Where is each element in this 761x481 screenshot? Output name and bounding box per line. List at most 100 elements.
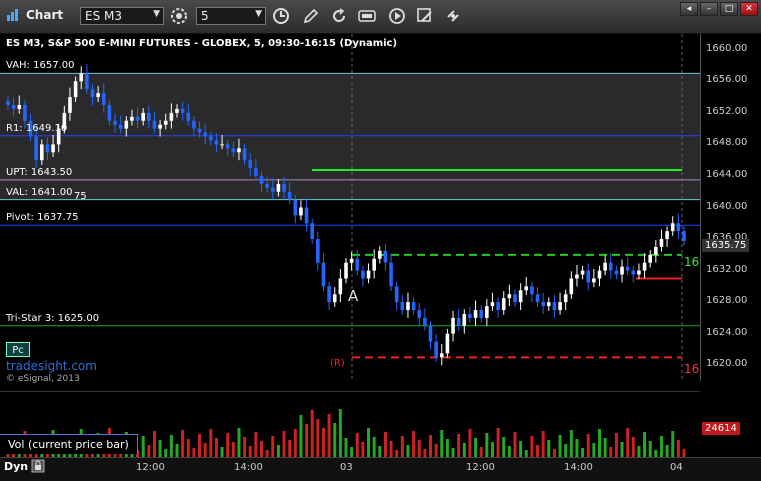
play-icon[interactable] [388,7,406,25]
time-tick: 14:00 [234,462,263,473]
candle-body [34,136,38,161]
candle-body [603,262,607,271]
pencil-icon[interactable] [302,7,320,25]
extra-label: 75 [74,191,87,202]
candle-body [259,175,264,184]
link-icon[interactable] [444,7,462,25]
candle-body [254,168,258,176]
candle-body [445,333,450,354]
candle-body [107,104,112,121]
interval-select[interactable]: 5 ▼ [196,7,266,25]
volume-bar [434,444,438,458]
price-tick: 1624.00 [706,326,748,338]
candle-body [23,104,27,121]
clock-icon[interactable] [272,7,290,25]
volume-bar [141,436,145,458]
candle-body [197,128,202,133]
volume-bar [389,441,393,458]
volume-bar [676,440,680,458]
pc-button[interactable]: Pc [6,342,30,357]
symbol-select[interactable]: ES M3 ▼ [80,7,164,25]
menu-button[interactable]: ◂ [680,2,698,16]
volume-bar [344,438,348,458]
volume-bar [445,439,449,458]
candle-body [90,89,95,98]
volume-bar [237,428,241,458]
candle-body [237,148,241,153]
candle-body [231,148,236,153]
volume-bar [412,431,416,458]
candle-body [592,278,596,283]
volume-bar [468,429,472,458]
gear-icon[interactable] [170,7,188,25]
dyn-label: Dyn [4,460,29,473]
candle-body [580,270,585,275]
candle-body [287,191,292,200]
candle-body [428,325,433,342]
level-label: UPT: 1643.50 [6,166,73,178]
close-button[interactable]: ✕ [740,2,758,16]
symbol-value: ES M3 [85,9,123,23]
volume-bar [592,443,596,458]
volume-bar [158,440,162,458]
volume-bar [513,432,517,458]
volume-bar [541,431,545,458]
lock-icon[interactable] [31,459,45,473]
interval-value: 5 [201,9,209,23]
volume-bar [214,438,218,458]
volume-bar [614,433,618,458]
candle-body [507,294,512,299]
volume-bar [490,442,494,458]
candle-body [96,93,100,98]
candle-body [147,112,151,121]
price-chart[interactable] [0,34,700,381]
candle-body [654,246,658,255]
volume-bar [474,438,478,458]
volume-bar [299,415,303,458]
data-icon[interactable] [358,7,376,25]
volume-bar [243,437,247,458]
candle-body [501,298,506,311]
candle-body [637,270,641,275]
volume-bar [400,436,404,458]
price-tick: 1660.00 [706,42,748,54]
volume-bar [293,429,297,458]
volume-bar [620,442,624,458]
volume-bar [643,432,647,458]
candle-body [344,262,348,279]
volume-bar [175,444,179,458]
candle-body [124,120,129,129]
candle-body [17,104,22,109]
candle-body [175,108,179,113]
volume-bar [502,437,506,458]
maximize-button[interactable]: □ [720,2,738,16]
candle-body [332,294,337,303]
volume-bar [321,428,325,458]
candle-body [248,160,253,169]
candle-body [338,278,343,295]
volume-bar [631,437,635,458]
candle-body [456,317,461,326]
time-axis[interactable] [0,457,761,481]
candle-body [530,286,534,295]
minimize-button[interactable]: – [700,2,718,16]
volume-bar [547,440,551,458]
volume-bar [457,434,461,458]
price-tick: 1644.00 [706,168,748,180]
time-tick: 04 [670,462,683,473]
candle-body [73,81,78,98]
candle-body [569,278,574,295]
candle-body [473,310,478,318]
candle-body [665,231,669,240]
candle-body [321,262,326,287]
candle-body [85,73,89,90]
green-level-right-label: 16 [684,255,700,269]
level-label: R1: 1649.10 [6,122,68,134]
refresh-icon[interactable] [330,7,348,25]
edit-icon[interactable] [416,7,434,25]
candle-body [141,112,145,121]
level-label: Tri-Star 3: 1625.00 [6,312,100,324]
volume-bar [586,434,590,458]
candle-body [423,317,427,326]
volume-study-label[interactable]: Vol (current price bar) [0,434,138,454]
